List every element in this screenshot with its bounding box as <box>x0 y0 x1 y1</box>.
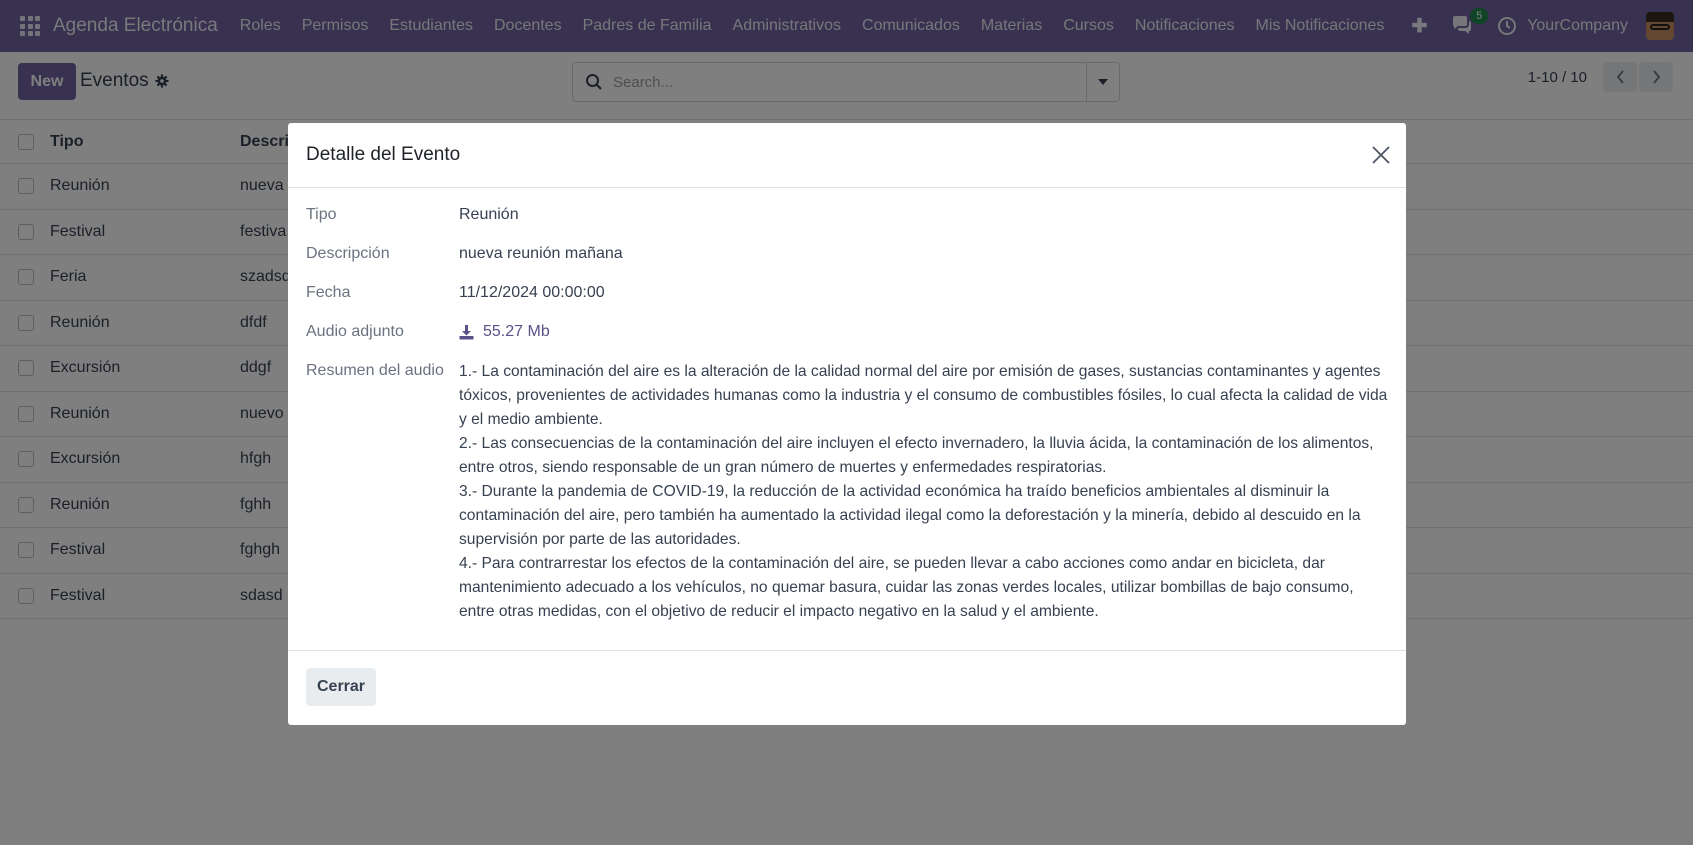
field-label: Descripción <box>306 245 390 262</box>
field-label: Resumen del audio <box>306 362 444 379</box>
field-label: Audio adjunto <box>306 323 404 340</box>
event-detail-dialog: Detalle del Evento Tipo Reunión Descripc… <box>288 123 1406 725</box>
close-button[interactable]: Cerrar <box>306 668 376 706</box>
dialog-header: Detalle del Evento <box>288 123 1406 188</box>
field-audio: Audio adjunto 55.27 Mb <box>306 321 1388 343</box>
summary-paragraph: 4.- Para contrarrestar los efectos de la… <box>459 555 1354 620</box>
field-resumen: Resumen del audio 1.- La contaminación d… <box>306 360 1388 624</box>
field-descripcion: Descripción nueva reunión mañana <box>306 243 1388 265</box>
audio-download-link[interactable]: 55.27 Mb <box>459 321 550 343</box>
dialog-title: Detalle del Evento <box>306 144 461 165</box>
field-value: nueva reunión mañana <box>459 245 623 262</box>
dialog-footer: Cerrar <box>288 651 1406 723</box>
audio-summary: 1.- La contaminación del aire es la alte… <box>459 360 1388 624</box>
summary-paragraph: 2.- Las consecuencias de la contaminació… <box>459 435 1374 476</box>
field-fecha: Fecha 11/12/2024 00:00:00 <box>306 282 1388 304</box>
summary-paragraph: 1.- La contaminación del aire es la alte… <box>459 363 1388 428</box>
field-label: Tipo <box>306 206 337 223</box>
download-icon <box>459 324 474 339</box>
field-label: Fecha <box>306 284 351 301</box>
close-icon[interactable] <box>1370 144 1392 166</box>
field-tipo: Tipo Reunión <box>306 204 1388 226</box>
audio-size[interactable]: 55.27 Mb <box>483 321 550 343</box>
summary-paragraph: 3.- Durante la pandemia de COVID-19, la … <box>459 483 1361 548</box>
field-value: 11/12/2024 00:00:00 <box>459 284 605 301</box>
dialog-body: Tipo Reunión Descripción nueva reunión m… <box>288 188 1406 651</box>
field-value: Reunión <box>459 206 519 223</box>
